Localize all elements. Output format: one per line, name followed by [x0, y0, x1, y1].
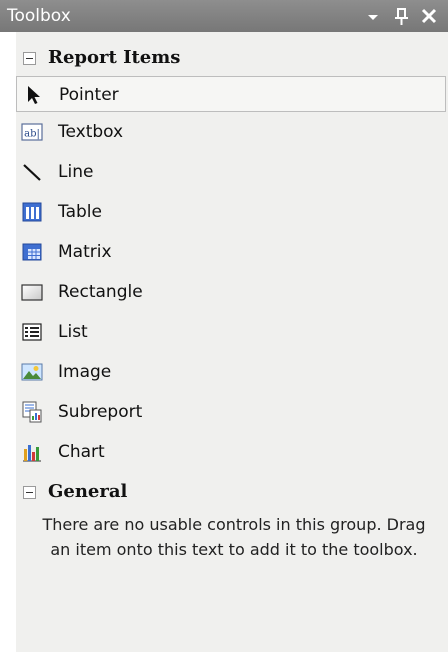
toolbox-item-subreport[interactable]: Subreport [16, 394, 448, 430]
chevron-down-icon [368, 15, 378, 20]
toolbox-titlebar[interactable]: Toolbox [0, 0, 448, 32]
item-label: List [58, 322, 88, 342]
subreport-icon [22, 401, 42, 423]
item-label: Matrix [58, 242, 112, 262]
collapse-icon[interactable] [23, 486, 36, 499]
pin-icon [395, 8, 408, 25]
item-label: Table [58, 202, 102, 222]
svg-text:ab|: ab| [24, 129, 40, 140]
item-label: Line [58, 162, 94, 182]
textbox-icon: ab| [21, 123, 43, 141]
matrix-icon [22, 243, 42, 261]
rectangle-icon [21, 284, 43, 301]
group-header-general[interactable]: General [16, 474, 448, 510]
auto-hide-pin-button[interactable] [390, 4, 412, 28]
toolbox-panel: Report Items Pointer ab| Textbox Line Ta… [16, 32, 448, 652]
item-label: Chart [58, 442, 105, 462]
window-position-dropdown-button[interactable] [362, 4, 384, 28]
list-icon [22, 323, 42, 341]
pointer-icon [28, 86, 40, 104]
item-label: Textbox [58, 122, 124, 142]
collapse-icon[interactable] [23, 52, 36, 65]
empty-group-message: There are no usable controls in this gro… [42, 515, 426, 559]
toolbox-item-pointer[interactable]: Pointer [16, 76, 446, 112]
image-icon [21, 363, 43, 381]
toolbox-item-textbox[interactable]: ab| Textbox [16, 114, 448, 150]
toolbox-item-matrix[interactable]: Matrix [16, 234, 448, 270]
toolbox-item-rectangle[interactable]: Rectangle [16, 274, 448, 310]
toolbox-item-list[interactable]: List [16, 314, 448, 350]
item-label: Image [58, 362, 112, 382]
toolbox-title: Toolbox [7, 6, 71, 26]
toolbox-item-line[interactable]: Line [16, 154, 448, 190]
item-label: Subreport [58, 402, 143, 422]
line-icon [23, 164, 41, 181]
chart-icon [23, 445, 41, 462]
group-label: General [48, 481, 128, 502]
item-label: Rectangle [58, 282, 143, 302]
group-label: Report Items [48, 47, 181, 68]
close-button[interactable] [418, 4, 440, 28]
toolbox-item-table[interactable]: Table [16, 194, 448, 230]
toolbox-window: Toolbox Report Items Pointer ab| Textbox… [0, 0, 448, 652]
toolbox-item-chart[interactable]: Chart [16, 434, 448, 470]
table-icon [22, 202, 42, 222]
group-header-report-items[interactable]: Report Items [16, 40, 448, 76]
toolbox-item-image[interactable]: Image [16, 354, 448, 390]
item-label: Pointer [59, 85, 119, 105]
close-icon [421, 8, 437, 24]
